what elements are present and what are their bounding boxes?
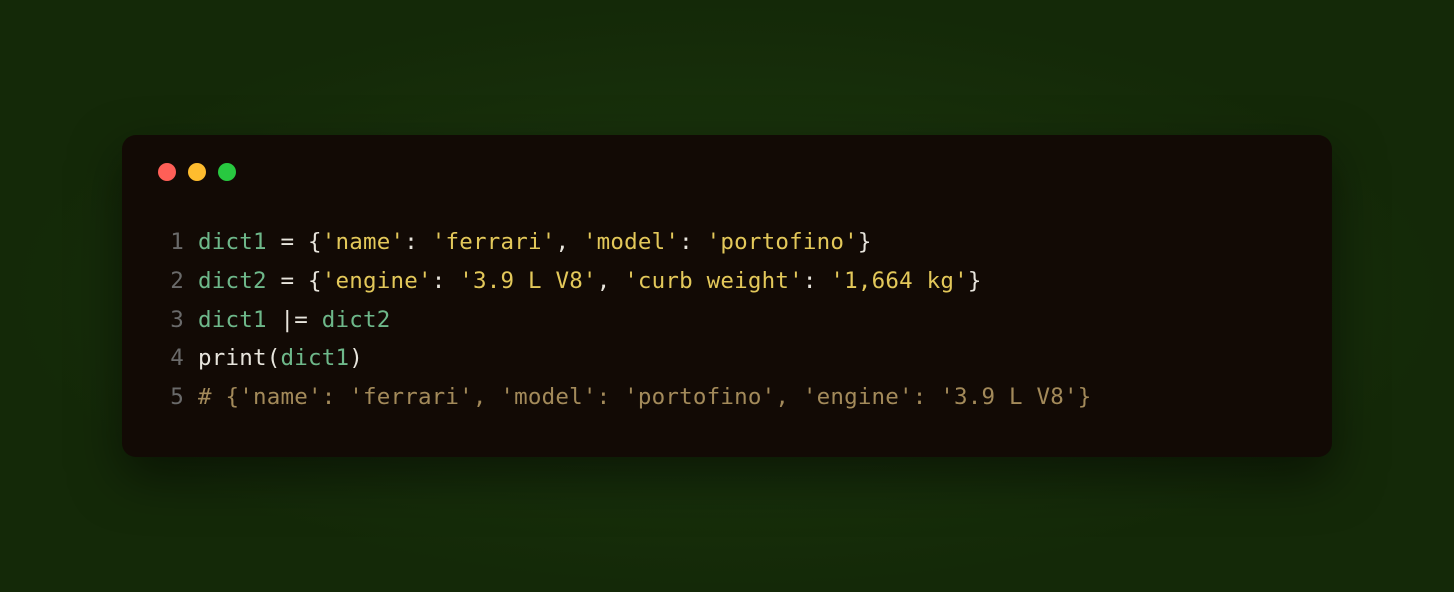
code-block: 1dict1 = {'name': 'ferrari', 'model': 'p… xyxy=(158,223,1296,416)
token: } xyxy=(858,229,872,255)
token: { xyxy=(294,229,322,255)
token xyxy=(267,268,281,294)
token: { xyxy=(294,268,322,294)
token: print xyxy=(198,345,267,371)
minimize-icon[interactable] xyxy=(188,163,206,181)
token: dict1 xyxy=(198,229,267,255)
token: '3.9 L V8' xyxy=(459,268,596,294)
traffic-lights xyxy=(158,163,1296,181)
token: dict2 xyxy=(198,268,267,294)
token: 'model' xyxy=(583,229,679,255)
token xyxy=(267,229,281,255)
line-content: dict1 = {'name': 'ferrari', 'model': 'po… xyxy=(198,223,872,262)
token: : xyxy=(432,268,460,294)
token: # {'name': 'ferrari', 'model': 'portofin… xyxy=(198,384,1092,410)
token: 'engine' xyxy=(322,268,432,294)
token: , xyxy=(555,229,583,255)
line-number: 5 xyxy=(158,378,198,417)
token: |= xyxy=(280,307,308,333)
token xyxy=(267,307,281,333)
code-line: 4print(dict1) xyxy=(158,339,1296,378)
token: 'name' xyxy=(322,229,404,255)
token xyxy=(308,307,322,333)
token: : xyxy=(679,229,707,255)
line-number: 2 xyxy=(158,262,198,301)
close-icon[interactable] xyxy=(158,163,176,181)
token: = xyxy=(280,229,294,255)
token: dict1 xyxy=(280,345,349,371)
token: } xyxy=(968,268,982,294)
code-window: 1dict1 = {'name': 'ferrari', 'model': 'p… xyxy=(122,135,1332,456)
line-number: 3 xyxy=(158,301,198,340)
code-line: 5# {'name': 'ferrari', 'model': 'portofi… xyxy=(158,378,1296,417)
line-content: dict1 |= dict2 xyxy=(198,301,390,340)
token: ) xyxy=(349,345,363,371)
code-line: 3dict1 |= dict2 xyxy=(158,301,1296,340)
code-line: 1dict1 = {'name': 'ferrari', 'model': 'p… xyxy=(158,223,1296,262)
token: = xyxy=(280,268,294,294)
token: dict2 xyxy=(322,307,391,333)
token: , xyxy=(597,268,625,294)
code-line: 2dict2 = {'engine': '3.9 L V8', 'curb we… xyxy=(158,262,1296,301)
token: 'ferrari' xyxy=(432,229,556,255)
line-content: print(dict1) xyxy=(198,339,363,378)
line-number: 1 xyxy=(158,223,198,262)
maximize-icon[interactable] xyxy=(218,163,236,181)
token: : xyxy=(803,268,831,294)
token: dict1 xyxy=(198,307,267,333)
token: : xyxy=(404,229,432,255)
line-number: 4 xyxy=(158,339,198,378)
token: 'portofino' xyxy=(707,229,858,255)
token: 'curb weight' xyxy=(624,268,803,294)
line-content: dict2 = {'engine': '3.9 L V8', 'curb wei… xyxy=(198,262,982,301)
token: '1,664 kg' xyxy=(830,268,967,294)
token: ( xyxy=(267,345,281,371)
line-content: # {'name': 'ferrari', 'model': 'portofin… xyxy=(198,378,1092,417)
